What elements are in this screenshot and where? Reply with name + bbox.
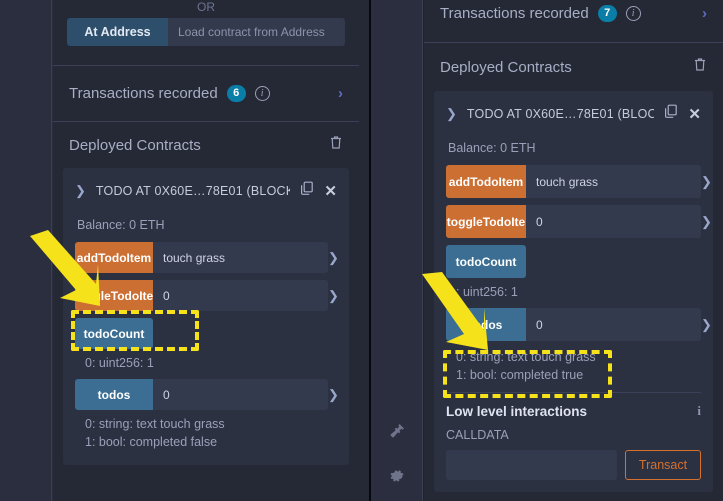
left-transactions-recorded-row[interactable]: Transactions recorded 6 i ›	[53, 66, 359, 121]
left-function-row-todoCount: todoCount	[75, 318, 337, 349]
calldata-row: Transact	[446, 450, 701, 480]
info-icon[interactable]: i	[254, 86, 270, 101]
low-level-interactions-header: Low level interactions i	[446, 403, 701, 419]
left-function-button-addTodoItem[interactable]: addTodoItem	[75, 242, 153, 273]
left-function-button-todos[interactable]: todos	[75, 379, 153, 410]
right-todos-result-1: 1: bool: completed true	[456, 368, 584, 382]
chevron-down-icon[interactable]: ❯	[701, 205, 712, 238]
at-address-button[interactable]: At Address	[67, 18, 168, 46]
right-contract-card: ❯ TODO AT 0X60E…78E01 (BLOCK( ✕ Balance:…	[434, 91, 713, 492]
transact-button[interactable]: Transact	[625, 450, 701, 480]
left-balance-label: Balance: 0 ETH	[77, 218, 165, 232]
left-function-button-todoCount[interactable]: todoCount	[75, 318, 153, 349]
right-transactions-count-badge: 7	[597, 5, 617, 22]
calldata-label: CALLDATA	[446, 428, 509, 442]
left-panel-scrollbar-track[interactable]	[359, 0, 723, 501]
chevron-right-icon[interactable]: ›	[702, 5, 707, 22]
chevron-right-icon[interactable]: ›	[338, 85, 343, 102]
left-function-button-toggleTodoItem[interactable]: toggleTodoIte	[75, 280, 153, 311]
chevron-down-icon[interactable]: ❯	[328, 379, 339, 410]
left-contract-name: TODO AT 0X60E…78E01 (BLOCK(	[95, 184, 291, 198]
right-function-button-toggleTodoItem[interactable]: toggleTodoIte	[446, 205, 526, 238]
left-deployed-contracts-header: Deployed Contracts	[53, 122, 359, 168]
left-transactions-count-badge: 6	[226, 85, 246, 102]
right-transactions-recorded-row[interactable]: Transactions recorded 7 i ›	[424, 0, 723, 27]
right-contract-name: TODO AT 0X60E…78E01 (BLOCK(	[466, 107, 655, 121]
right-panel: Transactions recorded 7 i › Deployed Con…	[424, 0, 723, 501]
left-todos-result-1: 1: bool: completed false	[85, 435, 218, 449]
right-transactions-label: Transactions recorded	[440, 5, 589, 22]
close-icon[interactable]: ✕	[688, 107, 701, 122]
left-todos-result-0: 0: string: text touch grass	[85, 417, 225, 431]
low-level-interactions-title: Low level interactions	[446, 403, 588, 419]
right-contract-card-header: ❯ TODO AT 0X60E…78E01 (BLOCK( ✕	[446, 101, 701, 127]
right-deployed-contracts-title: Deployed Contracts	[440, 58, 572, 76]
left-panel-gutter	[0, 0, 52, 501]
copy-icon[interactable]	[664, 104, 678, 124]
left-function-input-addTodoItem[interactable]	[153, 242, 328, 273]
left-panel-content: OR At Address Transactions recorded 6 i …	[53, 0, 359, 501]
info-icon[interactable]: i	[625, 6, 641, 21]
left-todoCount-result: 0: uint256: 1	[85, 356, 154, 370]
right-balance-label: Balance: 0 ETH	[448, 141, 536, 155]
right-function-button-todos[interactable]: todos	[446, 308, 526, 341]
left-panel: OR At Address Transactions recorded 6 i …	[0, 0, 723, 501]
plug-icon[interactable]	[387, 421, 407, 441]
right-deployed-contracts-header: Deployed Contracts	[424, 43, 723, 91]
left-function-input-toggleTodoItem[interactable]	[153, 280, 328, 311]
right-todos-result-0: 0: string: text touch grass	[456, 350, 596, 364]
calldata-input[interactable]	[446, 450, 617, 480]
gear-icon[interactable]	[388, 467, 406, 485]
left-contract-card: ❯ TODO AT 0X60E…78E01 (BLOCK( ✕ Balance:…	[63, 168, 349, 465]
at-address-input[interactable]	[168, 18, 345, 46]
chevron-down-icon[interactable]: ❯	[328, 280, 339, 311]
right-function-row-todoCount: todoCount	[446, 245, 701, 278]
copy-icon[interactable]	[300, 181, 314, 201]
left-deployed-contracts-title: Deployed Contracts	[69, 136, 201, 154]
right-function-button-addTodoItem[interactable]: addTodoItem	[446, 165, 526, 198]
right-function-row-todos: todos ❯	[446, 308, 712, 341]
right-divider-2	[446, 392, 701, 393]
right-function-input-toggleTodoItem[interactable]	[526, 205, 701, 238]
chevron-down-icon[interactable]: ❯	[446, 106, 457, 122]
left-function-row-addTodoItem: addTodoItem ❯	[75, 242, 339, 273]
left-function-input-todos[interactable]	[153, 379, 328, 410]
left-contract-card-header: ❯ TODO AT 0X60E…78E01 (BLOCK( ✕	[75, 178, 337, 204]
right-todoCount-result: : uint256: 1	[456, 285, 518, 299]
right-function-row-addTodoItem: addTodoItem ❯	[446, 165, 712, 198]
chevron-down-icon[interactable]: ❯	[328, 242, 339, 273]
trash-icon[interactable]	[693, 57, 707, 77]
right-function-input-addTodoItem[interactable]	[526, 165, 701, 198]
chevron-down-icon[interactable]: ❯	[701, 165, 712, 198]
right-function-input-todos[interactable]	[526, 308, 701, 341]
remix-ide-screenshot: OR At Address Transactions recorded 6 i …	[0, 0, 723, 501]
left-function-row-toggleTodoItem: toggleTodoIte ❯	[75, 280, 339, 311]
left-transactions-label: Transactions recorded	[69, 85, 218, 102]
right-function-button-todoCount[interactable]: todoCount	[446, 245, 526, 278]
right-function-row-toggleTodoItem: toggleTodoIte ❯	[446, 205, 712, 238]
left-function-row-todos: todos ❯	[75, 379, 339, 410]
info-icon[interactable]: i	[697, 403, 701, 419]
chevron-down-icon[interactable]: ❯	[701, 308, 712, 341]
at-address-row: At Address	[67, 18, 345, 46]
icon-rail	[371, 0, 423, 501]
trash-icon[interactable]	[329, 135, 343, 155]
or-separator-label: OR	[197, 0, 215, 12]
close-icon[interactable]: ✕	[324, 184, 337, 199]
chevron-down-icon[interactable]: ❯	[75, 183, 86, 199]
